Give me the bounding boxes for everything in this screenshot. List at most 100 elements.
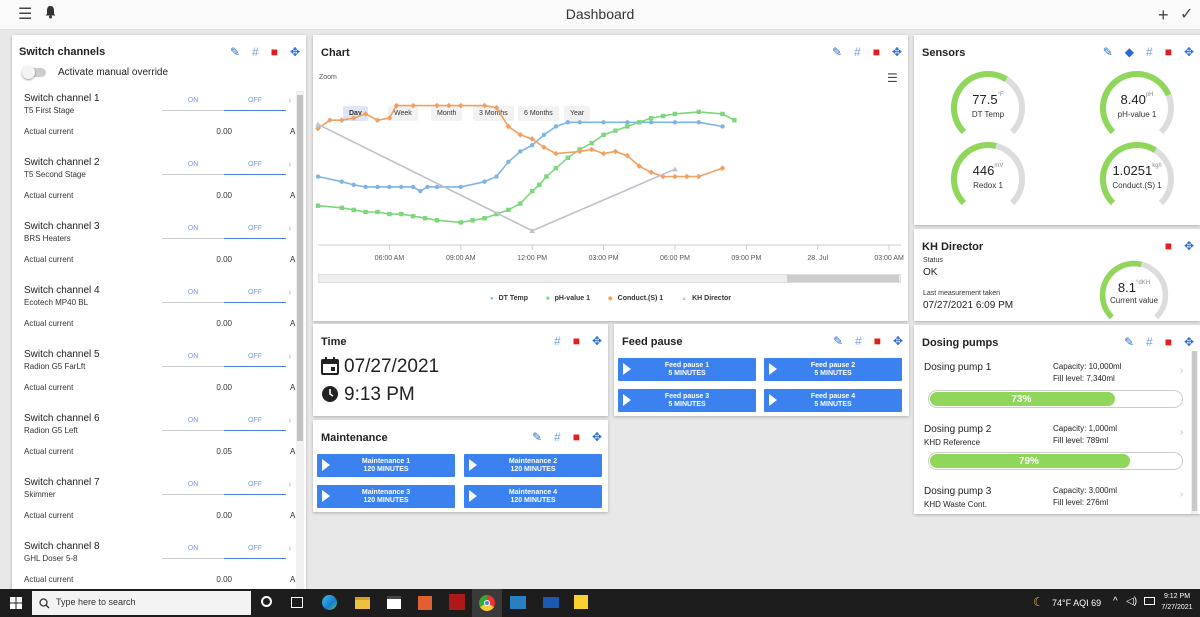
maintenance-button-1[interactable]: Maintenance 1 120 MINUTES xyxy=(317,454,455,477)
feed-pause-button-1[interactable]: Feed pause 15 MINUTES xyxy=(618,358,756,381)
delete-icon[interactable]: ■ xyxy=(1165,45,1172,59)
data-point[interactable] xyxy=(720,124,725,129)
cortana-icon[interactable] xyxy=(261,596,272,607)
data-point[interactable] xyxy=(458,184,463,190)
data-point[interactable] xyxy=(625,120,630,125)
data-point[interactable] xyxy=(387,211,392,217)
sensor-gauge[interactable]: 1.0251kg/l Conduct.(S) 1 xyxy=(1097,139,1177,219)
data-point[interactable] xyxy=(457,102,464,109)
switch-off-button[interactable]: OFF xyxy=(224,417,286,431)
data-point[interactable] xyxy=(648,115,654,121)
data-point[interactable] xyxy=(387,184,392,190)
scrollbar[interactable] xyxy=(1191,351,1198,514)
data-point[interactable] xyxy=(363,184,368,190)
data-point[interactable] xyxy=(399,211,404,217)
data-point[interactable] xyxy=(518,201,523,206)
data-point[interactable] xyxy=(506,159,511,165)
switch-off-button[interactable]: OFF xyxy=(224,225,286,239)
data-point[interactable] xyxy=(565,120,571,125)
sensor-gauge[interactable]: 446mV Redox 1 xyxy=(948,139,1028,219)
chevron-right-icon[interactable]: › xyxy=(288,287,291,298)
data-point[interactable] xyxy=(720,111,725,117)
switch-off-button[interactable]: OFF xyxy=(224,161,286,175)
data-point[interactable] xyxy=(399,184,404,190)
data-point[interactable] xyxy=(363,209,368,215)
media-player-icon[interactable] xyxy=(418,596,432,610)
data-point[interactable] xyxy=(374,117,381,123)
data-point[interactable] xyxy=(482,216,487,221)
data-point[interactable] xyxy=(518,149,523,154)
data-point[interactable] xyxy=(696,109,701,115)
data-point[interactable] xyxy=(672,166,678,172)
chevron-right-icon[interactable]: › xyxy=(288,479,291,490)
windows-start-icon[interactable] xyxy=(10,597,22,609)
switch-on-button[interactable]: ON xyxy=(162,225,224,239)
confirm-check-icon[interactable]: ✓ xyxy=(1180,5,1193,25)
move-icon[interactable]: ✥ xyxy=(893,334,903,348)
tray-chevron-icon[interactable]: ^ xyxy=(1113,596,1118,607)
legend-item[interactable]: ◆ Conduct.(S) 1 xyxy=(608,295,663,302)
data-point[interactable] xyxy=(375,184,380,190)
keyboard-icon[interactable] xyxy=(1144,597,1155,605)
sensor-gauge[interactable]: 77.5°F DT Temp xyxy=(948,68,1028,148)
data-point[interactable] xyxy=(482,179,487,184)
feed-pause-button-3[interactable]: Feed pause 35 MINUTES xyxy=(618,389,756,412)
data-point[interactable] xyxy=(625,124,630,129)
data-point[interactable] xyxy=(537,182,542,188)
switch-on-button[interactable]: ON xyxy=(162,545,224,559)
data-point[interactable] xyxy=(375,209,380,215)
feed-pause-button-4[interactable]: Feed pause 45 MINUTES xyxy=(764,389,902,412)
data-point[interactable] xyxy=(529,143,535,148)
chevron-right-icon[interactable]: › xyxy=(1180,427,1183,438)
clock-date[interactable]: 7/27/2021 xyxy=(1157,604,1197,611)
grid-icon[interactable]: # xyxy=(1146,45,1153,59)
data-point[interactable] xyxy=(544,174,549,179)
data-point[interactable] xyxy=(338,117,345,123)
dosing-pump-row[interactable]: Dosing pump 2 KHD Reference Capacity: 1,00… xyxy=(914,422,1190,480)
clock-time[interactable]: 9:12 PM xyxy=(1160,593,1194,600)
chevron-right-icon[interactable]: › xyxy=(288,351,291,362)
grid-icon[interactable]: # xyxy=(1146,335,1153,349)
manual-override-toggle[interactable] xyxy=(22,66,46,79)
delete-icon[interactable]: ■ xyxy=(874,334,881,348)
data-point[interactable] xyxy=(470,218,475,223)
data-point[interactable] xyxy=(434,102,440,109)
chevron-right-icon[interactable]: › xyxy=(288,95,291,106)
feed-pause-button-2[interactable]: Feed pause 25 MINUTES xyxy=(764,358,902,381)
data-point[interactable] xyxy=(481,102,488,109)
volume-icon[interactable]: ◁) xyxy=(1126,596,1137,607)
delete-icon[interactable]: ■ xyxy=(1165,239,1172,253)
store-icon[interactable] xyxy=(387,596,401,609)
data-point[interactable] xyxy=(339,205,344,210)
data-point[interactable] xyxy=(434,184,440,190)
delete-icon[interactable]: ■ xyxy=(271,45,278,59)
edit-icon[interactable]: ✎ xyxy=(833,334,843,348)
legend-item[interactable]: ● DT Temp xyxy=(490,295,528,302)
file-explorer-icon[interactable] xyxy=(355,597,370,609)
data-point[interactable] xyxy=(410,102,416,109)
move-icon[interactable]: ✥ xyxy=(1184,45,1194,59)
delete-icon[interactable]: ■ xyxy=(573,430,580,444)
switch-on-button[interactable]: ON xyxy=(162,481,224,495)
scrollbar[interactable] xyxy=(296,91,304,589)
chrome-icon[interactable] xyxy=(472,589,502,617)
switch-on-button[interactable]: ON xyxy=(162,97,224,111)
data-point[interactable] xyxy=(494,174,499,179)
data-point[interactable] xyxy=(351,207,356,213)
edge-icon[interactable] xyxy=(322,595,337,610)
data-point[interactable] xyxy=(422,216,428,221)
maintenance-button-4[interactable]: Maintenance 4 120 MINUTES xyxy=(464,485,602,508)
data-point[interactable] xyxy=(410,184,416,190)
weather-text[interactable]: 74°F AQI 69 xyxy=(1052,598,1101,608)
delete-icon[interactable]: ■ xyxy=(1165,335,1172,349)
data-point[interactable] xyxy=(637,120,642,125)
data-point[interactable] xyxy=(612,148,619,155)
data-point[interactable] xyxy=(565,155,571,160)
chevron-right-icon[interactable]: › xyxy=(288,415,291,426)
data-point[interactable] xyxy=(577,120,582,125)
edit-icon[interactable]: ✎ xyxy=(1103,45,1113,59)
delete-icon[interactable]: ■ xyxy=(573,334,580,348)
edit-icon[interactable]: ✎ xyxy=(230,45,240,59)
chevron-right-icon[interactable]: › xyxy=(1180,365,1183,376)
data-point[interactable] xyxy=(350,115,357,121)
